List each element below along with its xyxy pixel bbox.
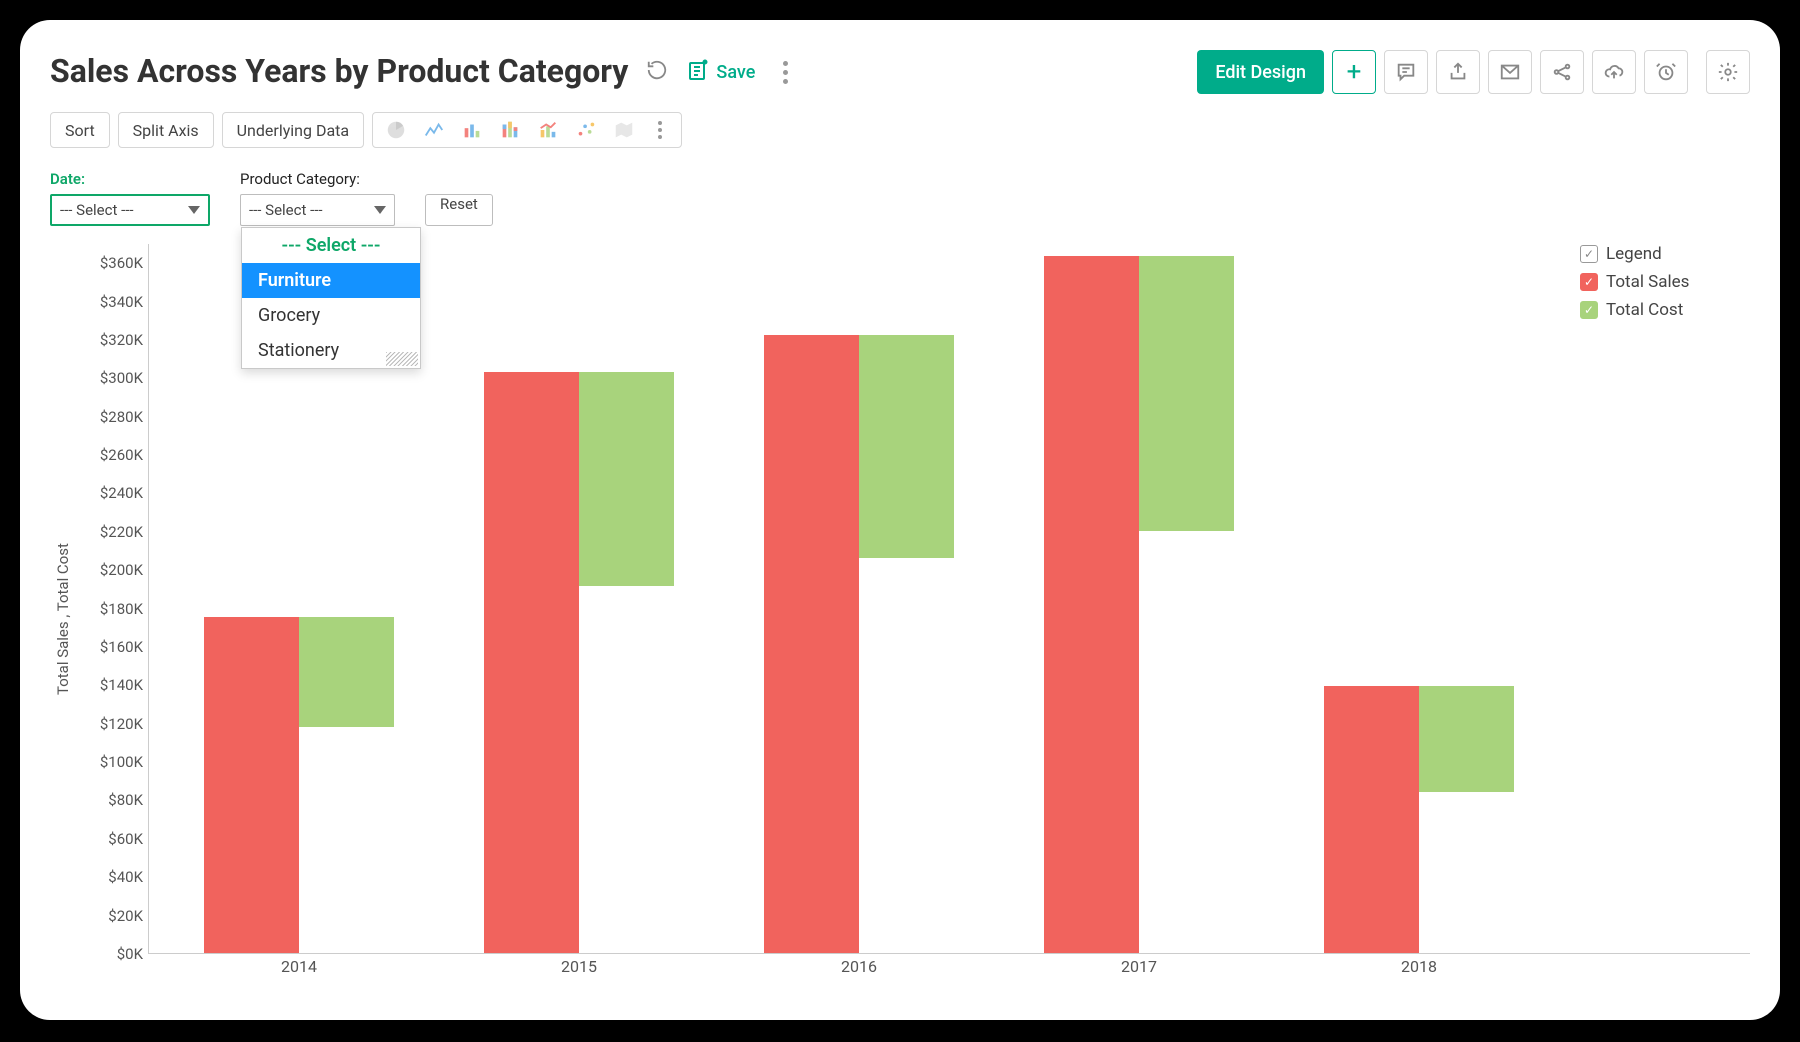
y-tick: $300K: [75, 369, 143, 387]
y-tick: $320K: [75, 331, 143, 349]
date-filter-label: Date:: [50, 170, 210, 188]
bar-total-cost[interactable]: [579, 372, 674, 587]
bar-total-sales[interactable]: [764, 335, 859, 953]
bar-total-cost[interactable]: [1139, 256, 1234, 530]
category-filter-label: Product Category:: [240, 170, 395, 188]
scatter-chart-icon[interactable]: [567, 115, 605, 145]
toolbar: Sort Split Axis Underlying Data: [50, 112, 1750, 148]
alarm-icon[interactable]: [1644, 50, 1688, 94]
save-label: Save: [716, 62, 755, 83]
x-axis-labels: 2014 2015 2016 2017 2018: [149, 957, 1750, 987]
resize-handle-icon[interactable]: [386, 352, 418, 366]
cloud-icon[interactable]: [1592, 50, 1636, 94]
checkbox-icon: ✓: [1580, 273, 1598, 291]
bar-total-sales[interactable]: [484, 372, 579, 953]
combo-chart-icon[interactable]: [529, 115, 567, 145]
legend-toggle[interactable]: ✓ Legend: [1580, 244, 1730, 264]
category-select-value: --- Select ---: [249, 201, 323, 219]
y-tick: $260K: [75, 446, 143, 464]
add-button[interactable]: +: [1332, 50, 1376, 94]
dropdown-option-furniture[interactable]: Furniture: [242, 263, 420, 298]
line-chart-icon[interactable]: [415, 115, 453, 145]
category-dropdown: --- Select --- Furniture Grocery Station…: [241, 227, 421, 369]
y-tick: $80K: [75, 791, 143, 809]
checkbox-icon: ✓: [1580, 301, 1598, 319]
date-select[interactable]: --- Select ---: [50, 194, 210, 226]
x-tick: 2015: [561, 957, 597, 976]
checkbox-icon: ✓: [1580, 245, 1598, 263]
save-doc-icon: [686, 58, 710, 87]
y-tick: $0K: [75, 945, 143, 963]
underlying-data-button[interactable]: Underlying Data: [222, 112, 364, 148]
chart-type-switcher: [372, 112, 682, 148]
chevron-down-icon: [374, 206, 386, 214]
y-tick: $100K: [75, 753, 143, 771]
dropdown-option-grocery[interactable]: Grocery: [242, 298, 420, 333]
y-tick: $280K: [75, 408, 143, 426]
y-axis-title: Total Sales , Total Cost: [50, 244, 72, 994]
filters-row: Date: --- Select --- Product Category: -…: [50, 170, 1750, 226]
bar-group: [204, 617, 394, 953]
y-tick: $140K: [75, 676, 143, 694]
report-window: Sales Across Years by Product Category S…: [20, 20, 1780, 1020]
legend-series-1-label: Total Sales: [1606, 272, 1689, 292]
refresh-icon[interactable]: [646, 59, 668, 85]
bar-total-sales[interactable]: [1044, 256, 1139, 953]
y-tick: $240K: [75, 484, 143, 502]
bar-group: [484, 372, 674, 953]
sort-button[interactable]: Sort: [50, 112, 110, 148]
y-tick: $40K: [75, 868, 143, 886]
comment-icon[interactable]: [1384, 50, 1428, 94]
x-tick: 2017: [1121, 957, 1157, 976]
y-tick: $60K: [75, 830, 143, 848]
chevron-down-icon: [188, 206, 200, 214]
category-filter: Product Category: --- Select --- --- Sel…: [240, 170, 395, 226]
chart-type-more-icon[interactable]: [643, 121, 677, 139]
y-tick: $180K: [75, 600, 143, 618]
mail-icon[interactable]: [1488, 50, 1532, 94]
y-tick: $220K: [75, 523, 143, 541]
bar-chart-icon[interactable]: [453, 115, 491, 145]
legend: ✓ Legend ✓ Total Sales ✓ Total Cost: [1580, 244, 1730, 320]
legend-title: Legend: [1606, 244, 1662, 264]
header-actions: Edit Design +: [1197, 50, 1750, 94]
bar-total-cost[interactable]: [1419, 686, 1514, 792]
bar-group: [1324, 686, 1514, 953]
pie-chart-icon[interactable]: [377, 115, 415, 145]
bar-group: [764, 335, 954, 953]
bar-group: [1044, 256, 1234, 953]
share-icon[interactable]: [1540, 50, 1584, 94]
bar-total-sales[interactable]: [1324, 686, 1419, 953]
y-tick: $160K: [75, 638, 143, 656]
y-tick: $340K: [75, 293, 143, 311]
legend-series-1[interactable]: ✓ Total Sales: [1580, 272, 1730, 292]
title-more-icon[interactable]: [773, 61, 797, 84]
category-select[interactable]: --- Select --- --- Select --- Furniture …: [240, 194, 395, 226]
dropdown-option-placeholder[interactable]: --- Select ---: [242, 228, 420, 263]
y-tick: $360K: [75, 254, 143, 272]
edit-design-button[interactable]: Edit Design: [1197, 50, 1324, 94]
y-tick: $120K: [75, 715, 143, 733]
y-tick: $200K: [75, 561, 143, 579]
date-select-value: --- Select ---: [60, 201, 134, 219]
bar-total-sales[interactable]: [204, 617, 299, 953]
legend-series-2[interactable]: ✓ Total Cost: [1580, 300, 1730, 320]
report-title: Sales Across Years by Product Category: [50, 54, 628, 89]
stacked-bar-icon[interactable]: [491, 115, 529, 145]
header: Sales Across Years by Product Category S…: [50, 50, 1750, 94]
map-chart-icon[interactable]: [605, 115, 643, 145]
export-icon[interactable]: [1436, 50, 1480, 94]
x-tick: 2016: [841, 957, 877, 976]
reset-button[interactable]: Reset: [425, 194, 493, 226]
save-button[interactable]: Save: [686, 58, 755, 87]
bar-total-cost[interactable]: [859, 335, 954, 558]
date-filter: Date: --- Select ---: [50, 170, 210, 226]
settings-icon[interactable]: [1706, 50, 1750, 94]
split-axis-button[interactable]: Split Axis: [118, 112, 214, 148]
bar-total-cost[interactable]: [299, 617, 394, 726]
x-tick: 2014: [281, 957, 317, 976]
legend-series-2-label: Total Cost: [1606, 300, 1683, 320]
y-tick: $20K: [75, 907, 143, 925]
x-tick: 2018: [1401, 957, 1437, 976]
